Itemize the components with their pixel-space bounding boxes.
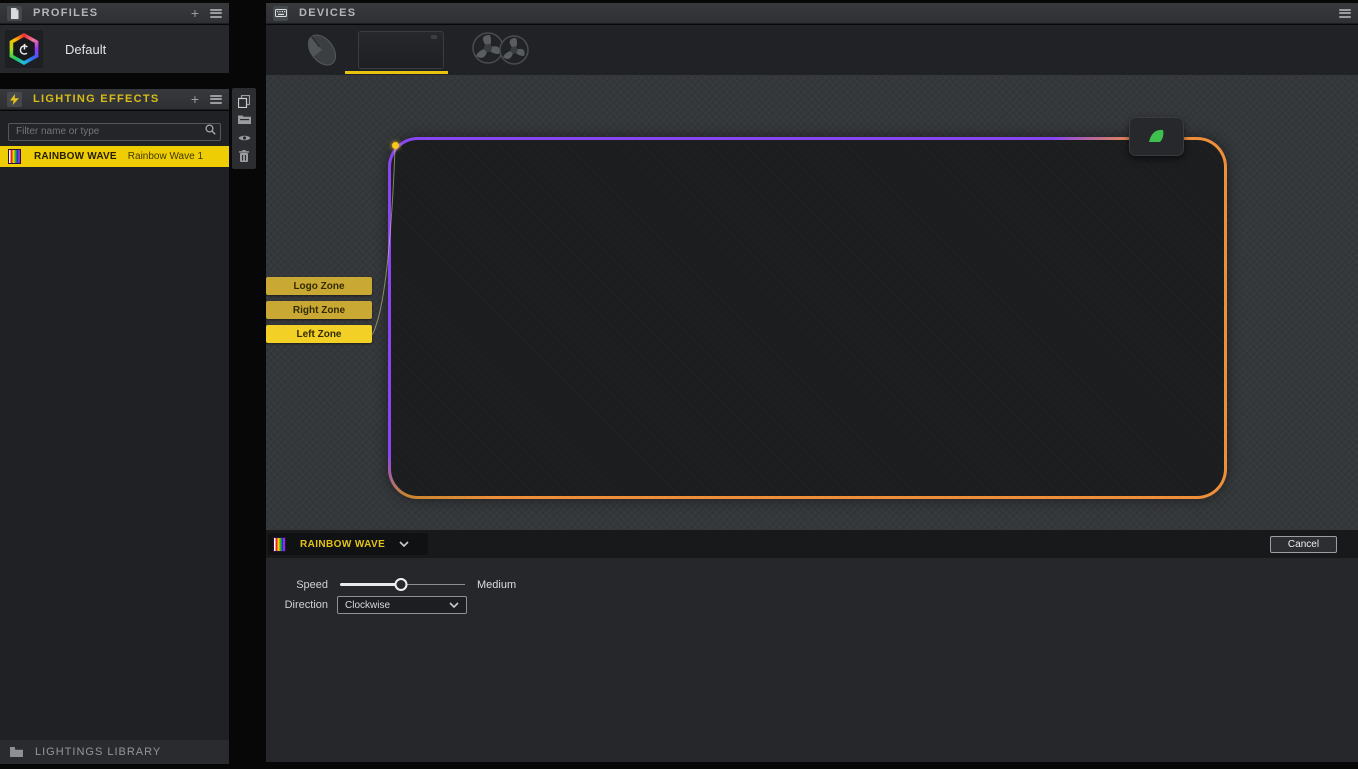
device-lighting-canvas: Logo Zone Right Zone Left Zone [266, 75, 1358, 530]
search-icon [205, 124, 216, 135]
profiles-title: PROFILES [33, 7, 98, 19]
zone-button-right[interactable]: Right Zone [266, 301, 372, 319]
icue-logo-icon [8, 33, 40, 65]
library-label: LIGHTINGS LIBRARY [35, 746, 161, 758]
zone-button-label: Right Zone [293, 305, 345, 316]
profile-avatar [5, 30, 43, 68]
slider-fill [340, 583, 401, 586]
cancel-label: Cancel [1288, 539, 1319, 550]
lighting-effects-panel: RAINBOW WAVE Rainbow Wave 1 [0, 111, 229, 740]
bolt-icon [7, 92, 22, 107]
logo-zone-tab[interactable] [1129, 117, 1184, 156]
lighting-effects-title: LIGHTING EFFECTS [33, 93, 160, 105]
chevron-down-icon [449, 602, 459, 608]
direction-value: Clockwise [345, 600, 449, 611]
effect-type-label: RAINBOW WAVE [34, 151, 117, 162]
profiles-menu-icon[interactable] [210, 9, 222, 18]
profiles-page-icon [7, 6, 22, 21]
mousepad-visualization [388, 137, 1227, 499]
profiles-panel: Default [0, 25, 229, 73]
zone-button-label: Left Zone [297, 329, 342, 340]
tab-device-fans[interactable] [462, 29, 540, 71]
zone-button-label: Logo Zone [293, 281, 344, 292]
library-folder-icon [10, 747, 23, 757]
direction-select[interactable]: Clockwise [337, 596, 467, 614]
tab-device-mousepad[interactable] [348, 29, 454, 71]
profiles-header: PROFILES + [0, 3, 229, 24]
corsair-sail-icon [1147, 128, 1166, 145]
mouse-image [300, 28, 344, 72]
effect-selector-dropdown[interactable]: RAINBOW WAVE [268, 533, 428, 555]
add-effect-button[interactable]: + [186, 92, 204, 106]
profile-name: Default [65, 42, 106, 57]
add-profile-button[interactable]: + [186, 6, 204, 20]
chevron-down-icon [399, 541, 409, 547]
rainbow-stripe-icon [8, 149, 21, 164]
effect-editor-header: RAINBOW WAVE Cancel [266, 530, 1358, 558]
rainbow-stripe-icon [273, 537, 286, 552]
effect-name-label: Rainbow Wave 1 [128, 151, 203, 162]
device-tabs [266, 25, 1358, 75]
selected-tab-underline [345, 71, 448, 74]
speed-label: Speed [266, 579, 328, 591]
slider-thumb[interactable] [395, 578, 408, 591]
effect-list-item-rainbow-wave[interactable]: RAINBOW WAVE Rainbow Wave 1 [0, 146, 229, 167]
trash-icon[interactable] [235, 148, 253, 164]
keyboard-icon [273, 6, 288, 21]
folder-icon[interactable] [235, 111, 253, 127]
devices-title: DEVICES [299, 7, 356, 19]
direction-label: Direction [254, 599, 328, 611]
cancel-button[interactable]: Cancel [1270, 536, 1337, 553]
mousepad-image [358, 31, 444, 69]
effects-toolbar [232, 88, 256, 169]
eye-icon[interactable] [235, 130, 253, 146]
fans-image [468, 29, 534, 71]
speed-value: Medium [477, 579, 516, 591]
effect-editor-body: Speed Medium Direction Clockwise [266, 558, 1358, 762]
copy-icon[interactable] [235, 93, 253, 109]
devices-menu-icon[interactable] [1339, 9, 1351, 18]
lightings-library-button[interactable]: LIGHTINGS LIBRARY [0, 740, 229, 764]
filter-input[interactable] [8, 123, 221, 141]
effects-menu-icon[interactable] [210, 95, 222, 104]
zone-button-logo[interactable]: Logo Zone [266, 277, 372, 295]
zone-anchor-dot [392, 142, 399, 149]
selected-effect-label: RAINBOW WAVE [300, 539, 385, 550]
speed-slider[interactable] [340, 578, 465, 591]
icue-window: PROFILES + Default LIGH [0, 0, 1358, 769]
profile-row-default[interactable]: Default [0, 27, 229, 71]
zone-button-left[interactable]: Left Zone [266, 325, 372, 343]
devices-header: DEVICES [266, 3, 1358, 24]
lighting-effects-header: LIGHTING EFFECTS + [0, 89, 229, 110]
mousepad-surface [391, 140, 1224, 496]
